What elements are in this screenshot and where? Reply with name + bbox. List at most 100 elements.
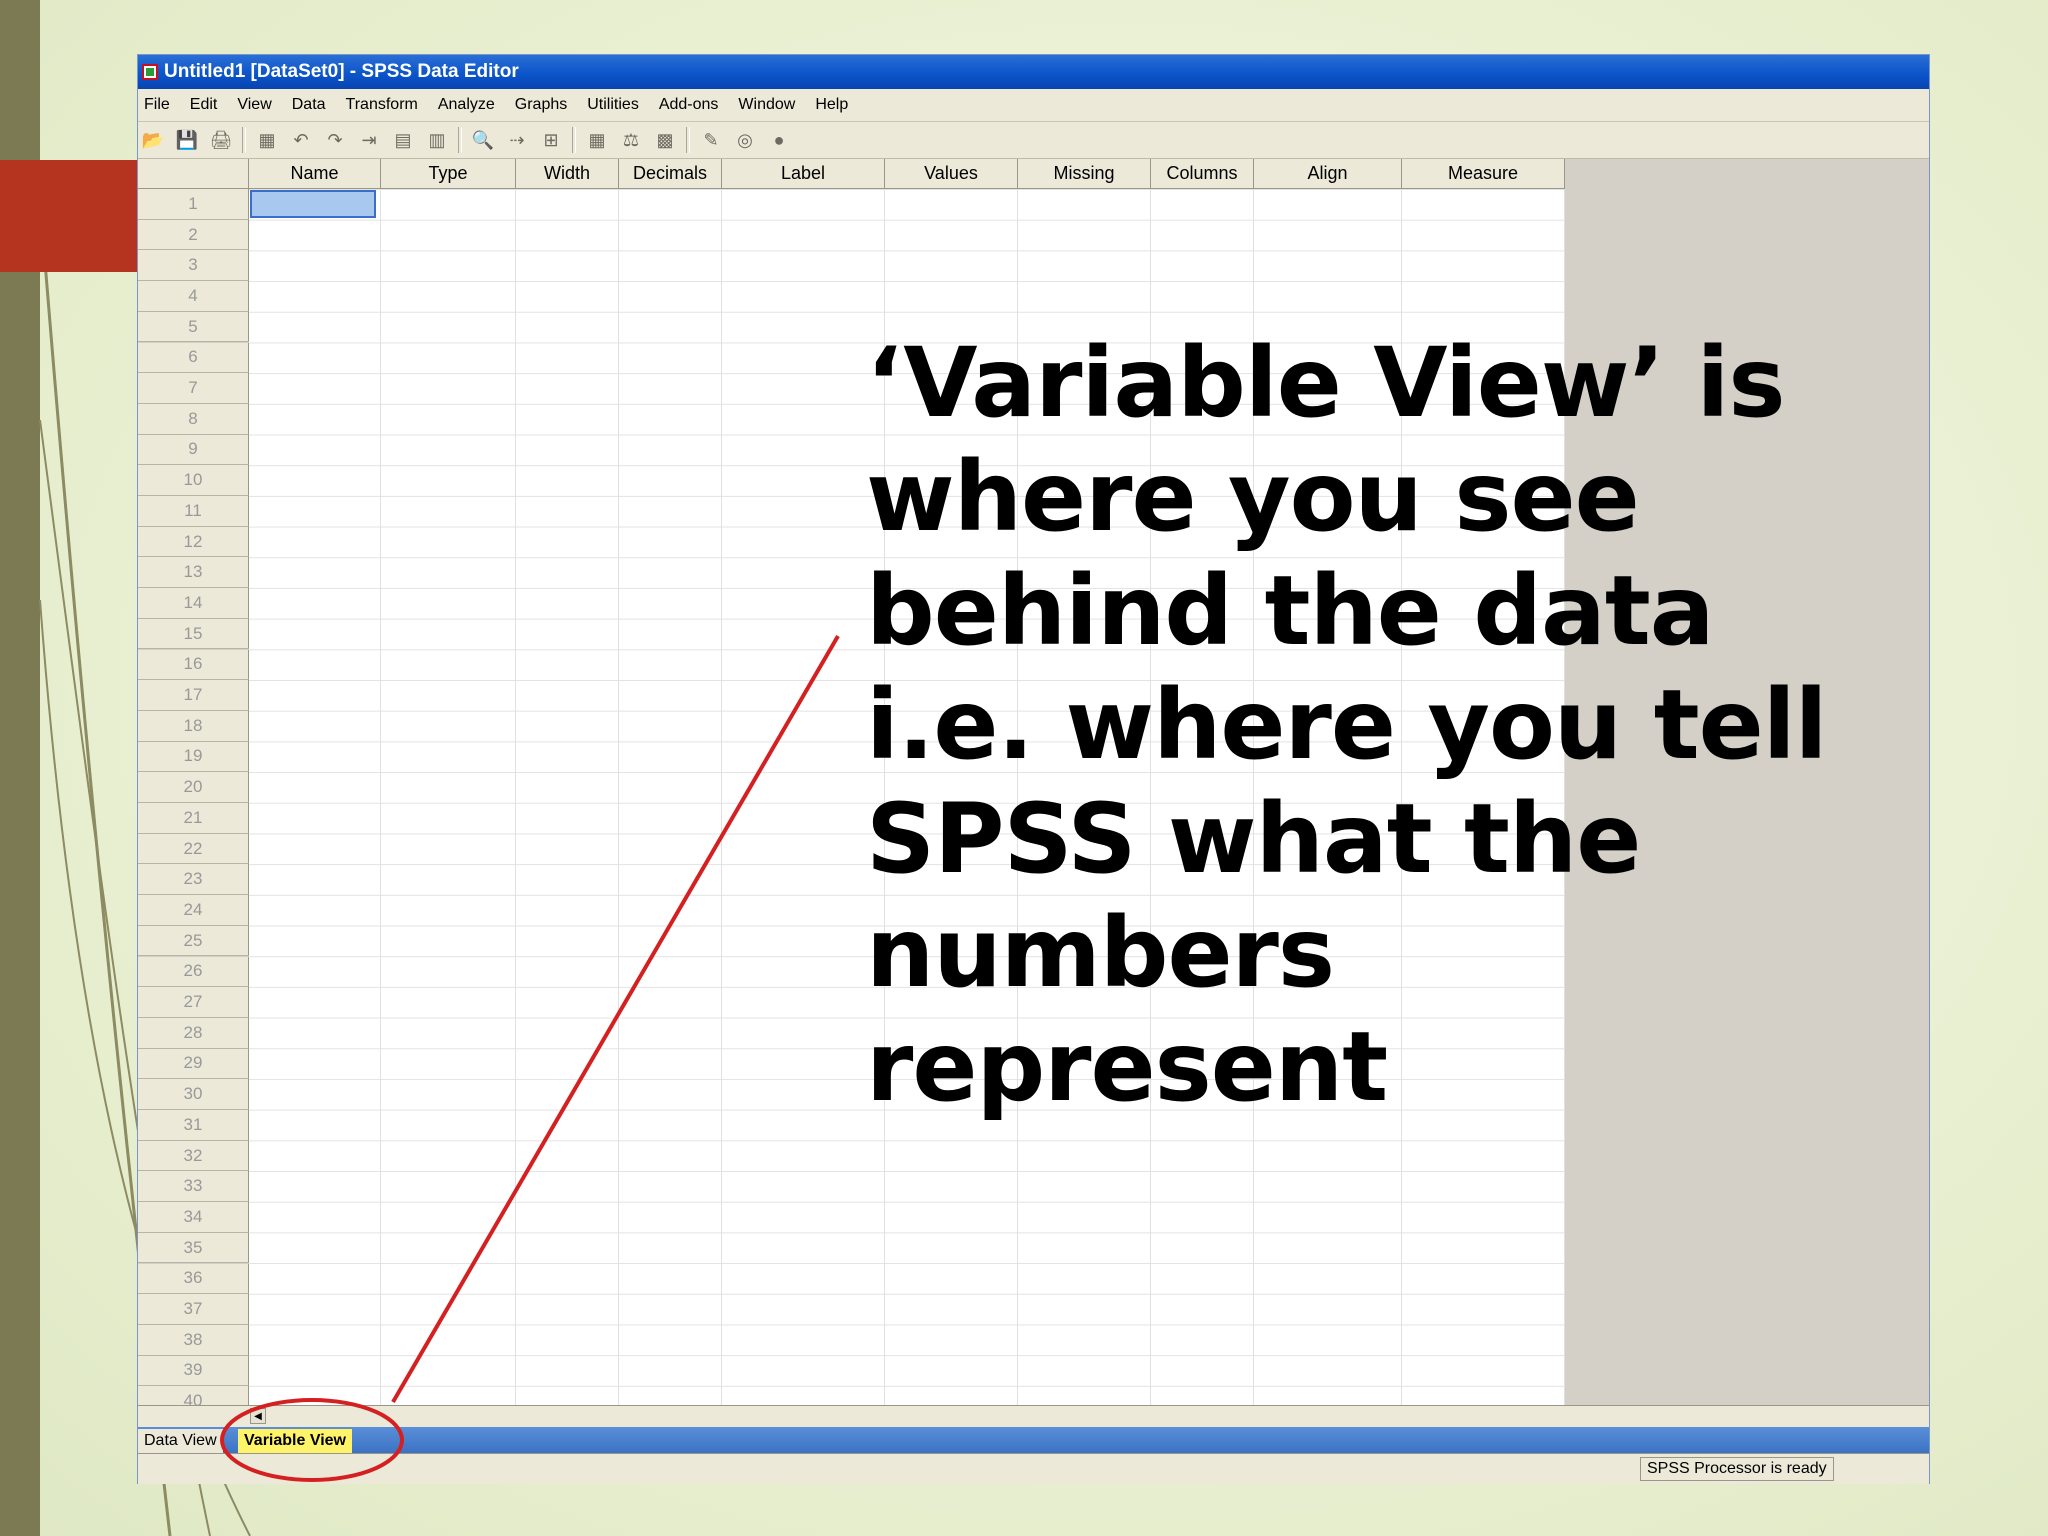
row-header[interactable]: 33 xyxy=(138,1171,249,1203)
menu-addons[interactable]: Add-ons xyxy=(653,96,733,114)
menu-help[interactable]: Help xyxy=(809,96,862,114)
row-header[interactable]: 39 xyxy=(138,1355,249,1387)
column-divider xyxy=(380,189,381,1405)
column-divider xyxy=(515,189,516,1405)
row-header[interactable]: 11 xyxy=(138,496,249,527)
open-icon[interactable]: 📂 xyxy=(140,127,166,153)
row-header[interactable]: 8 xyxy=(138,403,249,435)
save-icon[interactable]: 💾 xyxy=(174,127,200,153)
row-header[interactable]: 9 xyxy=(138,434,249,466)
menu-bar: File Edit View Data Transform Analyze Graphs Ut… xyxy=(138,89,1929,122)
dialog-recall-icon[interactable]: ▦ xyxy=(254,127,280,153)
menu-file[interactable]: File xyxy=(138,96,184,114)
row-header[interactable]: 6 xyxy=(138,342,249,374)
menu-window[interactable]: Window xyxy=(732,96,809,114)
row-header[interactable]: 14 xyxy=(138,588,249,619)
row-header[interactable]: 37 xyxy=(138,1294,249,1325)
row-header[interactable]: 12 xyxy=(138,526,249,558)
row-header[interactable]: 26 xyxy=(138,956,249,988)
column-header-align[interactable]: Align xyxy=(1254,159,1402,189)
row-header[interactable]: 25 xyxy=(138,925,249,957)
tab-data-view[interactable]: Data View xyxy=(138,1429,223,1453)
weight-cases-icon[interactable]: ⚖ xyxy=(618,127,644,153)
row-header[interactable]: 5 xyxy=(138,311,249,343)
slide-caption: ‘Variable View’ is where you see behind th… xyxy=(866,326,2026,1124)
row-header[interactable]: 13 xyxy=(138,557,249,589)
row-header[interactable]: 32 xyxy=(138,1140,249,1172)
insert-cases-icon[interactable]: ⇢ xyxy=(504,127,530,153)
tab-variable-view[interactable]: Variable View xyxy=(238,1429,352,1453)
row-header[interactable]: 29 xyxy=(138,1048,249,1080)
column-divider xyxy=(721,189,722,1405)
row-header[interactable]: 38 xyxy=(138,1324,249,1356)
row-header[interactable]: 24 xyxy=(138,895,249,926)
menu-analyze[interactable]: Analyze xyxy=(432,96,509,114)
row-header[interactable]: 21 xyxy=(138,803,249,834)
menu-data[interactable]: Data xyxy=(286,96,340,114)
row-header[interactable]: 16 xyxy=(138,649,249,681)
find-icon[interactable]: 🔍 xyxy=(470,127,496,153)
row-header[interactable]: 18 xyxy=(138,710,249,742)
row-header[interactable]: 40 xyxy=(138,1386,249,1405)
view-tabs: Data View Variable View xyxy=(138,1427,1929,1453)
caption-line: where you see xyxy=(866,441,1640,553)
row-header[interactable]: 10 xyxy=(138,465,249,496)
value-labels-icon[interactable]: ✎ xyxy=(698,127,724,153)
caption-line: i.e. where you tell xyxy=(866,669,1828,781)
caption-line: represent xyxy=(866,1011,1388,1123)
menu-utilities[interactable]: Utilities xyxy=(581,96,653,114)
toolbar-separator xyxy=(458,127,462,153)
caption-line: behind the data xyxy=(866,555,1715,667)
column-header-values[interactable]: Values xyxy=(885,159,1018,189)
row-header[interactable]: 15 xyxy=(138,618,249,650)
toolbar-separator xyxy=(686,127,690,153)
row-header[interactable]: 35 xyxy=(138,1232,249,1264)
row-header[interactable]: 27 xyxy=(138,987,249,1018)
goto-case-icon[interactable]: ⇥ xyxy=(356,127,382,153)
menu-graphs[interactable]: Graphs xyxy=(509,96,581,114)
insert-variable-icon[interactable]: ⊞ xyxy=(538,127,564,153)
selected-cell[interactable] xyxy=(250,190,376,218)
goto-variable-icon[interactable]: ▤ xyxy=(390,127,416,153)
column-header-columns[interactable]: Columns xyxy=(1151,159,1254,189)
menu-transform[interactable]: Transform xyxy=(340,96,432,114)
column-header-width[interactable]: Width xyxy=(516,159,619,189)
row-header[interactable]: 28 xyxy=(138,1017,249,1049)
column-header-measure[interactable]: Measure xyxy=(1402,159,1565,189)
row-header[interactable]: 22 xyxy=(138,833,249,865)
redo-icon[interactable]: ↷ xyxy=(322,127,348,153)
column-header-type[interactable]: Type xyxy=(381,159,516,189)
show-all-variables-icon[interactable]: ● xyxy=(766,127,792,153)
caption-line: ‘Variable View’ is xyxy=(866,327,1786,439)
row-header[interactable]: 31 xyxy=(138,1110,249,1141)
row-header[interactable]: 20 xyxy=(138,772,249,803)
row-header[interactable]: 23 xyxy=(138,864,249,896)
undo-icon[interactable]: ↶ xyxy=(288,127,314,153)
row-header[interactable]: 2 xyxy=(138,219,249,251)
menu-edit[interactable]: Edit xyxy=(184,96,232,114)
print-icon[interactable]: 🖨 xyxy=(208,127,234,153)
row-header[interactable]: 19 xyxy=(138,741,249,773)
row-header[interactable]: 36 xyxy=(138,1263,249,1295)
grid-corner xyxy=(138,159,249,189)
toolbar-separator xyxy=(572,127,576,153)
column-header-label[interactable]: Label xyxy=(722,159,885,189)
variables-icon[interactable]: ▥ xyxy=(424,127,450,153)
scroll-left-icon[interactable]: ◀ xyxy=(250,1408,266,1424)
row-header[interactable]: 34 xyxy=(138,1202,249,1233)
row-header[interactable]: 4 xyxy=(138,281,249,312)
row-header[interactable]: 7 xyxy=(138,373,249,404)
use-sets-icon[interactable]: ◎ xyxy=(732,127,758,153)
horizontal-scrollbar[interactable]: ◀ xyxy=(138,1405,1929,1428)
column-header-name[interactable]: Name xyxy=(249,159,381,189)
row-header[interactable]: 3 xyxy=(138,250,249,282)
row-header[interactable]: 1 xyxy=(138,189,249,220)
row-header[interactable]: 17 xyxy=(138,680,249,711)
select-cases-icon[interactable]: ▩ xyxy=(652,127,678,153)
column-header-missing[interactable]: Missing xyxy=(1018,159,1151,189)
split-file-icon[interactable]: ▦ xyxy=(584,127,610,153)
menu-view[interactable]: View xyxy=(231,96,285,114)
row-header[interactable]: 30 xyxy=(138,1079,249,1110)
column-header-decimals[interactable]: Decimals xyxy=(619,159,722,189)
window-title: Untitled1 [DataSet0] - SPSS Data Editor xyxy=(164,61,519,82)
